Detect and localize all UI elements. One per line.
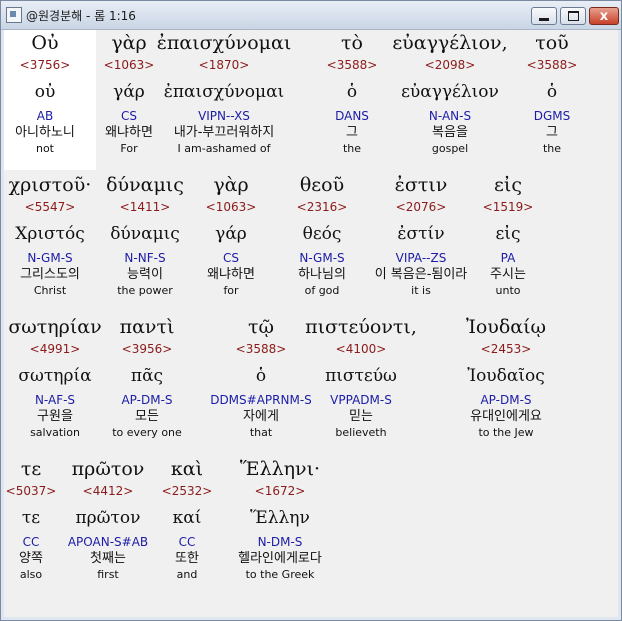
korean-gloss: 그: [546, 125, 558, 140]
parsing-code: PA: [500, 251, 516, 265]
parsing-code: N-DM-S: [257, 535, 303, 549]
english-gloss: unto: [495, 284, 521, 297]
parsing-code: VIPN--XS: [198, 109, 250, 123]
greek-word[interactable]: τοῦ: [482, 30, 622, 57]
parsing-code: AP-DM-S: [480, 393, 532, 407]
korean-gloss: 헬라인에게로다: [238, 551, 322, 566]
close-icon: x: [599, 8, 609, 24]
english-gloss: the: [542, 142, 562, 155]
title-bar[interactable]: @원경분해 - 롬 1:16 x: [1, 1, 621, 30]
interlinear-panel[interactable]: Οὐ <3756> οὐ AB 아니하노니 not γὰρ <1063> γάρ CS 왜냐하면 Fo…: [4, 30, 618, 617]
lemma-form: εἰς: [495, 224, 521, 244]
strongs-number[interactable]: <3588>: [482, 57, 622, 73]
greek-word[interactable]: ἐπαισχύνομαι: [154, 30, 294, 57]
app-window: @원경분해 - 롬 1:16 x Οὐ <3756> οὐ AB 아니하노니 not γὰρ…: [0, 0, 622, 621]
app-icon[interactable]: [6, 7, 22, 23]
close-button[interactable]: x: [589, 7, 619, 25]
english-gloss: to the Jew: [478, 426, 534, 439]
strongs-number[interactable]: <2453>: [436, 341, 576, 357]
window-title: @원경분해 - 롬 1:16: [26, 9, 136, 23]
lemma-form: Ἰουδαῖος: [467, 366, 545, 386]
korean-gloss: 내가-부끄러워하지: [173, 125, 275, 140]
korean-gloss: 주시는: [490, 267, 526, 282]
minimize-icon: [539, 17, 549, 21]
interlinear-word[interactable]: τοῦ <3588> ὁ DGMS 그 the: [482, 30, 622, 156]
minimize-button[interactable]: [531, 7, 557, 25]
strongs-number[interactable]: <1519>: [438, 199, 578, 215]
lemma-form: ὁ: [546, 82, 558, 102]
english-gloss: believeth: [335, 426, 387, 439]
lemma-form: πιστεύω: [325, 366, 397, 386]
strongs-number[interactable]: <1870>: [154, 57, 294, 73]
strongs-number[interactable]: <1672>: [210, 483, 350, 499]
parsing-code: VPPADM-S: [330, 393, 392, 407]
english-gloss: I am-ashamed of: [177, 142, 271, 155]
strongs-number[interactable]: <4100>: [291, 341, 431, 357]
interlinear-word[interactable]: Ἰουδαίῳ <2453> Ἰουδαῖος AP-DM-S 유대인에게요 to the…: [436, 314, 576, 440]
lemma-form: ἐπαισχύνομαι: [163, 82, 285, 102]
interlinear-word[interactable]: ἐπαισχύνομαι <1870> ἐπαισχύνομαι VIPN--XS 내가…: [154, 30, 294, 156]
greek-word[interactable]: Ἰουδαίῳ: [436, 314, 576, 341]
greek-word[interactable]: Ἕλληνι·: [210, 456, 350, 483]
interlinear-word[interactable]: εἰς <1519> εἰς PA 주시는 unto: [438, 172, 578, 298]
maximize-icon: [567, 11, 579, 21]
greek-word[interactable]: εἰς: [438, 172, 578, 199]
interlinear-word[interactable]: πιστεύοντι, <4100> πιστεύω VPPADM-S 믿는 believ…: [291, 314, 431, 440]
korean-gloss: 믿는: [349, 409, 373, 424]
lemma-form: Ἕλλην: [250, 508, 310, 528]
interlinear-word[interactable]: Ἕλληνι· <1672> Ἕλλην N-DM-S 헬라인에게로다 to the Gr…: [210, 456, 350, 582]
greek-word[interactable]: πιστεύοντι,: [291, 314, 431, 341]
korean-gloss: 유대인에게요: [470, 409, 542, 424]
english-gloss: to the Greek: [245, 568, 315, 581]
maximize-button[interactable]: [560, 7, 586, 25]
parsing-code: DGMS: [533, 109, 571, 123]
